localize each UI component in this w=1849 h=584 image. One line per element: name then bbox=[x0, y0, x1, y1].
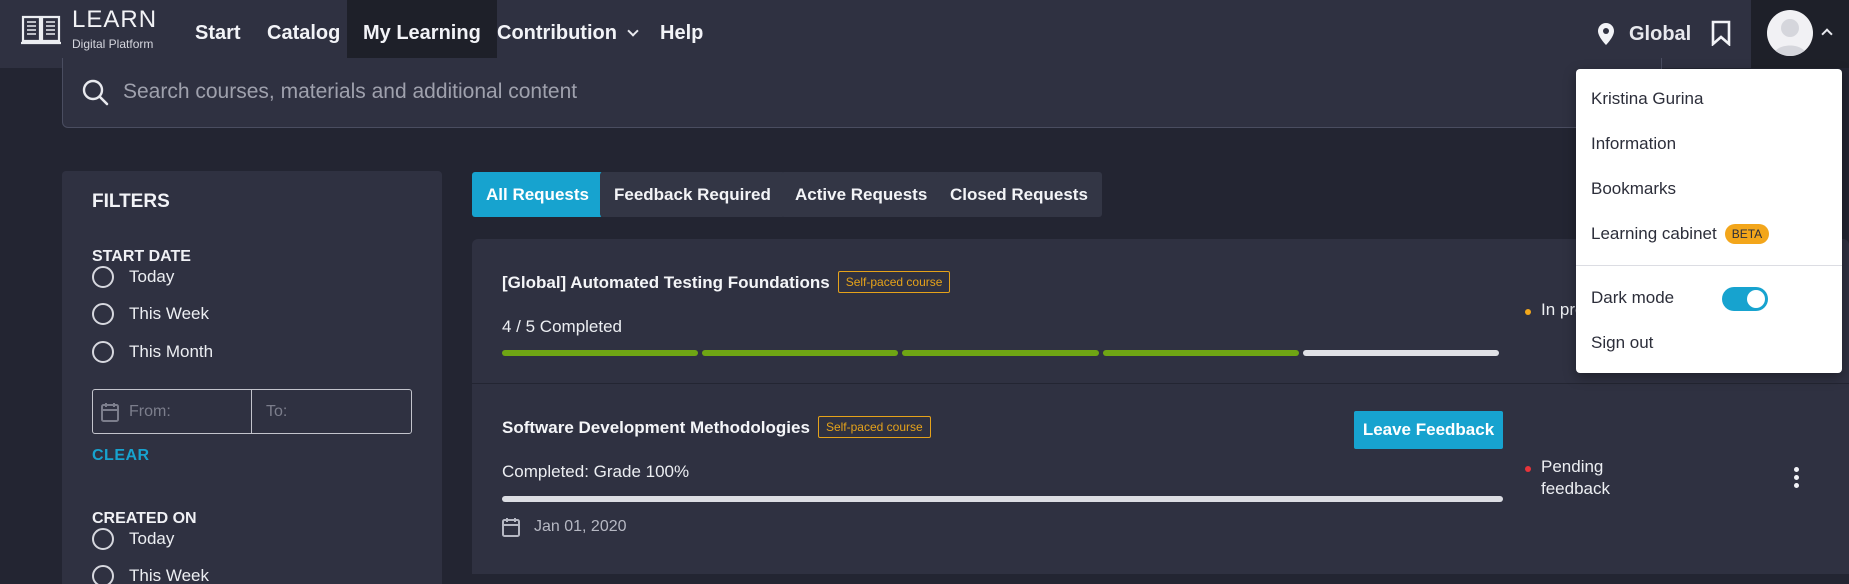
progress-segment bbox=[902, 350, 1099, 356]
status-dot bbox=[1525, 309, 1531, 315]
radio-icon bbox=[92, 341, 114, 363]
logo-title: LEARN bbox=[72, 6, 158, 33]
search-input[interactable]: Search courses, materials and additional… bbox=[123, 80, 577, 104]
menu-item-learning-cabinet[interactable]: Learning cabinet BETA bbox=[1591, 224, 1770, 244]
search-icon bbox=[82, 79, 109, 106]
leave-feedback-button[interactable]: Leave Feedback bbox=[1354, 411, 1503, 449]
menu-item-learning-cabinet-label: Learning cabinet bbox=[1591, 224, 1717, 243]
radio-icon bbox=[92, 266, 114, 288]
radio-icon bbox=[92, 528, 114, 550]
start-date-this-week[interactable]: This Week bbox=[92, 303, 209, 325]
progress-text: 4 / 5 Completed bbox=[502, 317, 623, 336]
tab-closed-requests[interactable]: Closed Requests bbox=[936, 172, 1102, 217]
clear-button[interactable]: CLEAR bbox=[92, 447, 150, 465]
request-title[interactable]: Software Development Methodologies Self-p… bbox=[502, 416, 931, 438]
user-menu-dropdown: Kristina Gurina Information Bookmarks Le… bbox=[1576, 69, 1842, 373]
more-options-icon[interactable] bbox=[1794, 467, 1800, 491]
start-date-title: START DATE bbox=[92, 248, 191, 265]
date-from-placeholder: From: bbox=[129, 402, 171, 420]
location-pin-icon bbox=[1598, 23, 1614, 45]
date-range-picker[interactable]: From: To: bbox=[92, 389, 412, 434]
user-name[interactable]: Kristina Gurina bbox=[1591, 89, 1703, 109]
progress-segment bbox=[502, 350, 699, 356]
request-status: Pending feedback bbox=[1525, 456, 1610, 500]
radio-label: This Month bbox=[129, 342, 214, 361]
logo-subtitle: Digital Platform bbox=[72, 37, 154, 51]
progress-segment bbox=[1102, 350, 1299, 356]
progress-text: Completed: Grade 100% bbox=[502, 462, 690, 481]
tab-all-requests[interactable]: All Requests bbox=[472, 172, 603, 217]
request-title-text: Software Development Methodologies bbox=[502, 418, 810, 437]
location-label: Global bbox=[1629, 22, 1692, 45]
tab-feedback-required[interactable]: Feedback Required bbox=[600, 172, 785, 217]
search-bar[interactable]: Search courses, materials and additional… bbox=[62, 58, 1662, 128]
user-icon bbox=[1773, 19, 1807, 56]
created-on-today[interactable]: Today bbox=[92, 528, 174, 550]
request-title-text: [Global] Automated Testing Foundations bbox=[502, 273, 830, 292]
created-on-title: CREATED ON bbox=[92, 510, 197, 527]
nav-my-learning-label: My Learning bbox=[363, 22, 481, 44]
user-menu-toggle[interactable] bbox=[1751, 0, 1849, 68]
radio-label: Today bbox=[129, 267, 175, 286]
progress-segment bbox=[702, 350, 899, 356]
toggle-knob bbox=[1747, 290, 1765, 308]
request-title[interactable]: [Global] Automated Testing Foundations Se… bbox=[502, 271, 951, 293]
radio-icon bbox=[92, 303, 114, 325]
progress-segment bbox=[1302, 350, 1500, 356]
course-type-badge: Self-paced course bbox=[817, 416, 931, 438]
calendar-icon bbox=[101, 402, 119, 422]
nav-contribution-label: Contribution bbox=[497, 22, 617, 44]
request-date: Jan 01, 2020 bbox=[502, 517, 627, 537]
tab-active-requests[interactable]: Active Requests bbox=[781, 172, 942, 217]
calendar-icon bbox=[502, 518, 520, 537]
status-label-line2: feedback bbox=[1541, 479, 1610, 499]
chevron-down-icon bbox=[627, 25, 639, 37]
dark-mode-toggle[interactable] bbox=[1722, 287, 1768, 311]
chevron-up-icon bbox=[1821, 28, 1833, 40]
radio-label: This Week bbox=[129, 566, 209, 584]
progress-bar bbox=[502, 496, 1503, 502]
request-card: Software Development Methodologies Self-p… bbox=[472, 384, 1849, 574]
filters-panel: FILTERS START DATE Today This Week This … bbox=[62, 171, 442, 584]
menu-item-bookmarks[interactable]: Bookmarks bbox=[1591, 179, 1676, 199]
created-on-this-week[interactable]: This Week bbox=[92, 565, 209, 584]
status-dot bbox=[1525, 466, 1531, 472]
book-logo-icon bbox=[21, 15, 61, 45]
progress-bar bbox=[502, 350, 1500, 356]
menu-item-information[interactable]: Information bbox=[1591, 134, 1676, 154]
logo[interactable]: LEARN Digital Platform bbox=[20, 8, 157, 50]
menu-item-sign-out[interactable]: Sign out bbox=[1591, 333, 1653, 353]
date-to-placeholder: To: bbox=[266, 402, 288, 420]
menu-divider bbox=[1576, 265, 1842, 266]
start-date-today[interactable]: Today bbox=[92, 266, 174, 288]
course-type-badge: Self-paced course bbox=[837, 271, 951, 293]
dark-mode-label: Dark mode bbox=[1591, 288, 1675, 307]
request-date-text: Jan 01, 2020 bbox=[534, 518, 627, 535]
radio-label: This Week bbox=[129, 304, 209, 323]
bookmark-icon[interactable] bbox=[1711, 20, 1731, 46]
radio-label: Today bbox=[129, 529, 175, 548]
beta-badge: BETA bbox=[1724, 224, 1770, 244]
filters-title: FILTERS bbox=[92, 191, 170, 212]
start-date-this-month[interactable]: This Month bbox=[92, 341, 213, 363]
date-to-field[interactable]: To: bbox=[252, 390, 411, 433]
status-label-line1: Pending bbox=[1541, 457, 1604, 476]
date-from-field[interactable]: From: bbox=[93, 390, 252, 433]
radio-icon bbox=[92, 565, 114, 584]
avatar bbox=[1767, 10, 1813, 56]
